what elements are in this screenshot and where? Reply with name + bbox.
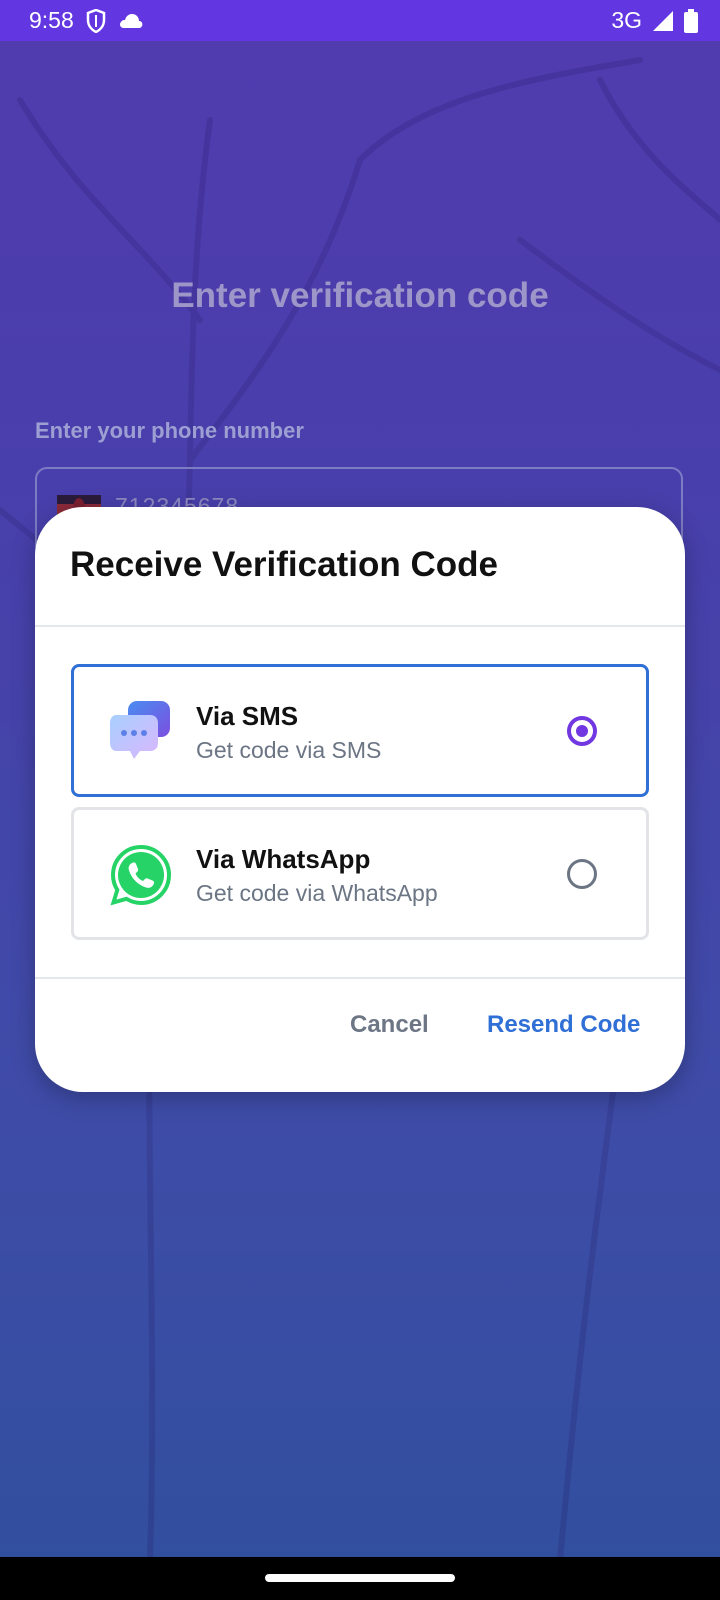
option-title: Via SMS xyxy=(196,701,299,731)
divider xyxy=(35,625,685,627)
option-via-whatsapp[interactable]: Via WhatsApp Get code via WhatsApp xyxy=(71,807,649,940)
radio-button-unselected[interactable] xyxy=(567,859,597,889)
network-type: 3G xyxy=(611,7,642,33)
home-gesture-handle[interactable] xyxy=(265,1574,455,1582)
signal-icon xyxy=(652,10,674,32)
phone-number-label: Enter your phone number xyxy=(35,418,304,443)
whatsapp-icon xyxy=(110,844,172,906)
cloud-icon xyxy=(118,12,144,30)
resend-code-button[interactable]: Resend Code xyxy=(487,1011,640,1039)
status-time: 9:58 xyxy=(29,7,74,33)
navigation-bar xyxy=(0,1557,720,1600)
battery-icon xyxy=(684,8,698,33)
dialog-title: Receive Verification Code xyxy=(70,545,498,584)
cancel-button[interactable]: Cancel xyxy=(350,1011,429,1039)
option-via-sms[interactable]: Via SMS Get code via SMS xyxy=(71,664,649,797)
divider xyxy=(35,977,685,979)
option-title: Via WhatsApp xyxy=(196,844,371,874)
option-subtitle: Get code via SMS xyxy=(196,737,382,763)
option-subtitle: Get code via WhatsApp xyxy=(196,880,438,906)
screen: 9:58 3G Enter verification code Enter yo… xyxy=(0,0,720,1600)
page-title: Enter verification code xyxy=(171,276,549,315)
verification-dialog: Receive Verification Code Via SMS Get co… xyxy=(35,507,685,1092)
radio-button-selected[interactable] xyxy=(567,716,597,746)
shield-icon xyxy=(86,8,106,33)
status-bar: 9:58 3G xyxy=(0,0,720,41)
sms-chat-icon xyxy=(110,701,170,759)
